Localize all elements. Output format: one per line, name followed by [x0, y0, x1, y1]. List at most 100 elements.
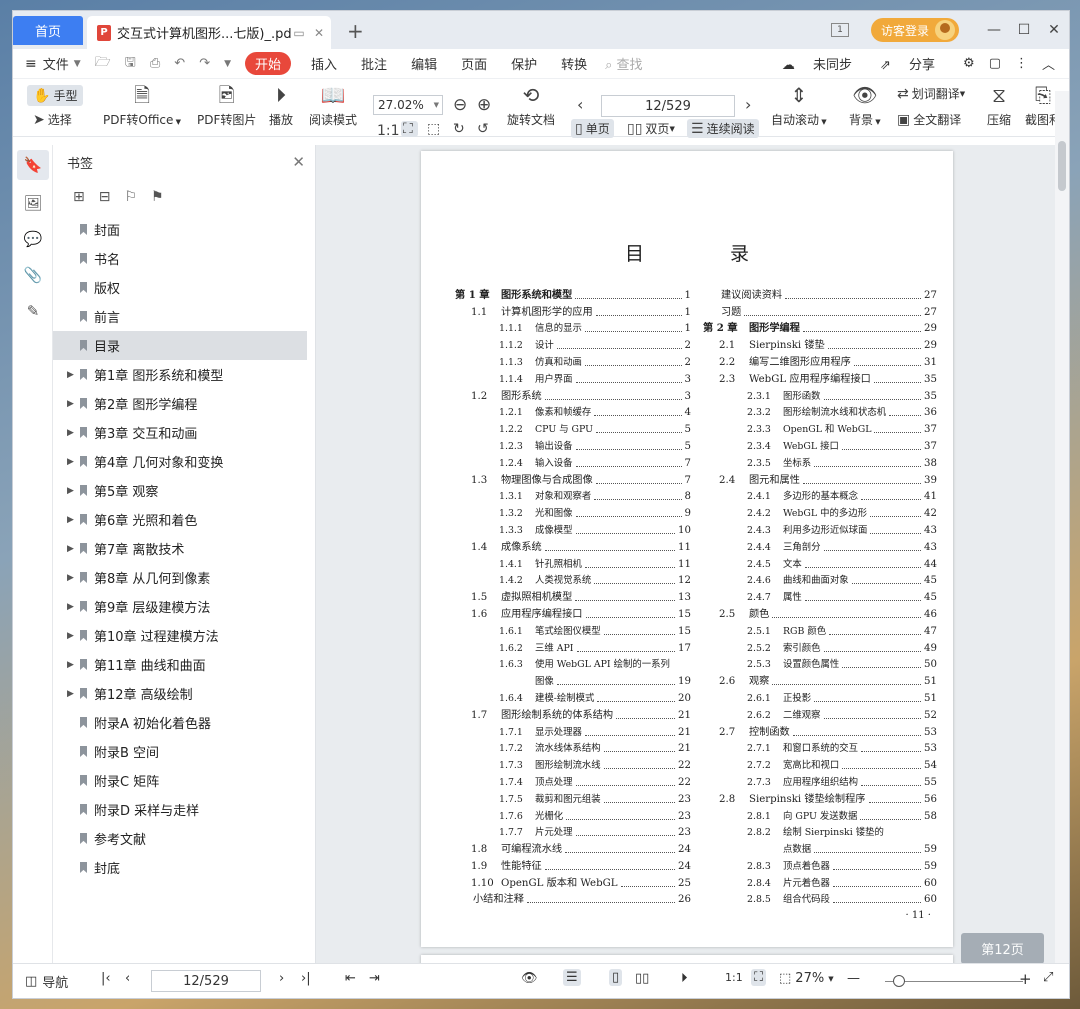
toc-entry[interactable]: 1.1.4 用户界面 3 — [455, 369, 691, 386]
bookmark-item[interactable]: ▶ 第1章 图形系统和模型 — [53, 360, 315, 389]
add-sub-bookmark-icon[interactable]: ⚐ — [124, 189, 137, 205]
expand-arrow-icon[interactable]: ▶ — [67, 689, 77, 699]
rotate-doc-button[interactable]: ⟲ 旋转文档 — [507, 83, 555, 128]
search-box[interactable]: ⌕ 查找 — [605, 54, 642, 73]
toc-entry[interactable]: 2.7 控制函数 53 — [703, 722, 937, 739]
toc-entry[interactable]: 2.4.5 文本 44 — [703, 554, 937, 571]
toc-entry[interactable]: 2.4.2 WebGL 中的多边形 42 — [703, 503, 937, 520]
word-translate-button[interactable]: ⇄ 划词翻译 ▼ — [897, 85, 965, 102]
delete-bookmark-icon[interactable]: ⊟ — [99, 189, 111, 205]
expand-arrow-icon[interactable]: ▶ — [67, 660, 77, 670]
toc-entry[interactable]: 1.1 计算机图形学的应用 1 — [455, 302, 691, 319]
toc-entry[interactable]: 2.4.7 属性 45 — [703, 587, 937, 604]
toc-entry[interactable]: 1.8 可编程流水线 24 — [455, 839, 691, 856]
toc-entry[interactable]: 2.4.1 多边形的基本概念 41 — [703, 487, 937, 504]
zoom-in-button[interactable]: ⊕ — [477, 95, 494, 115]
toc-entry[interactable]: 2.4.3 利用多边形近似球面 43 — [703, 520, 937, 537]
toc-entry[interactable]: 2.6 观察 51 — [703, 671, 937, 688]
message-icon[interactable]: ▢ — [989, 56, 1001, 71]
toc-entry[interactable]: 1.9 性能特征 24 — [455, 856, 691, 873]
zoom-slider-knob[interactable] — [893, 975, 905, 987]
toc-entry[interactable]: 习题 27 — [703, 302, 937, 319]
bookmark-item[interactable]: 附录C 矩阵 — [53, 766, 315, 795]
comment-icon[interactable]: 💬 — [13, 221, 53, 257]
continuous-mode-icon[interactable]: ☰ — [563, 969, 581, 986]
play-mode-icon[interactable]: ⏵ — [681, 971, 688, 986]
expand-arrow-icon[interactable]: ▶ — [67, 428, 77, 438]
expand-arrow-icon[interactable]: ▶ — [67, 486, 77, 496]
toc-entry[interactable]: 1.5 虚拟照相机模型 13 — [455, 587, 691, 604]
forward-icon[interactable]: ⇥ — [369, 971, 380, 986]
menu-file[interactable]: ≡ 文件 ▼ — [25, 54, 81, 74]
vertical-scrollbar[interactable] — [1055, 91, 1069, 965]
actual-size-icon[interactable]: 1:1 — [377, 123, 403, 139]
eye-protect-icon[interactable]: 👁 — [521, 971, 538, 986]
back-icon[interactable]: ⇤ — [345, 971, 356, 986]
toc-entry[interactable]: 2.3 WebGL 应用程序编程接口 35 — [703, 369, 937, 386]
zoom-select-status[interactable]: ⬚ 27% ▼ — [779, 971, 834, 986]
bookmark-item[interactable]: 封面 — [53, 215, 315, 244]
scrollbar-thumb[interactable] — [1058, 141, 1066, 191]
menu-start[interactable]: 开始 — [245, 52, 292, 75]
toc-entry[interactable]: 1.2.1 像素和帧缓存 4 — [455, 403, 691, 420]
menu-page[interactable]: 页面 — [461, 54, 487, 73]
expand-arrow-icon[interactable]: ▶ — [67, 399, 77, 409]
toc-entry[interactable]: 1.7 图形绘制系统的体系结构 21 — [455, 705, 691, 722]
maximize-button[interactable]: ☐ — [1009, 22, 1039, 38]
window-layout-icon[interactable]: 1 — [830, 23, 849, 37]
toc-entry[interactable]: 1.6.4 建模-绘制模式 20 — [455, 688, 691, 705]
bookmark-item[interactable]: ▶ 第2章 图形学编程 — [53, 389, 315, 418]
bookmark-item[interactable]: ▶ 第3章 交互和动画 — [53, 418, 315, 447]
toc-entry[interactable]: 1.1.3 仿真和动画 2 — [455, 352, 691, 369]
minimize-button[interactable]: — — [979, 22, 1009, 38]
auto-scroll-button[interactable]: ⇕ 自动滚动 ▼ — [771, 83, 827, 128]
expand-arrow-icon[interactable]: ▶ — [67, 544, 77, 554]
bookmark-item[interactable]: ▶ 第9章 层级建模方法 — [53, 592, 315, 621]
toc-entry[interactable]: 1.4.2 人类视觉系统 12 — [455, 571, 691, 588]
background-button[interactable]: 👁 背景 ▼ — [849, 83, 881, 128]
toc-entry[interactable]: 2.5.1 RGB 颜色 47 — [703, 621, 937, 638]
pdf-to-office-button[interactable]: 🗎 PDF转Office ▼ — [103, 83, 181, 128]
bookmark-settings-icon[interactable]: ⚑ — [151, 189, 164, 205]
toc-entry[interactable]: 2.8.5 组合代码段 60 — [703, 890, 937, 907]
toc-entry[interactable]: 1.4 成像系统 11 — [455, 537, 691, 554]
fullscreen-icon[interactable]: ⤢ — [1043, 970, 1053, 985]
toc-entry[interactable]: 2.3.2 图形绘制流水线和状态机 36 — [703, 403, 937, 420]
menu-edit[interactable]: 编辑 — [411, 54, 437, 73]
rotate-left-icon[interactable]: ↻ — [453, 121, 468, 137]
toc-entry[interactable]: 1.2.2 CPU 与 GPU 5 — [455, 419, 691, 436]
fit-page-icon[interactable]: ⛶ — [401, 121, 418, 137]
settings-icon[interactable]: ⚙ — [963, 56, 975, 71]
toc-entry[interactable]: 2.5 颜色 46 — [703, 604, 937, 621]
toc-entry[interactable]: 2.8.1 向 GPU 发送数据 58 — [703, 806, 937, 823]
bookmark-item[interactable]: 封底 — [53, 853, 315, 882]
tab-document[interactable]: P 交互式计算机图形...七版)_.pdf ▭ ✕ — [87, 16, 331, 49]
expand-arrow-icon[interactable]: ▶ — [67, 515, 77, 525]
select-tool-button[interactable]: ➤ 选择 — [33, 111, 72, 128]
share-button[interactable]: ⇗ 分享 — [880, 54, 949, 73]
fit-width-icon[interactable]: ⬚ — [427, 121, 443, 137]
toc-entry[interactable]: 1.6.3 使用 WebGL API 绘制的一系列 — [455, 655, 691, 672]
toc-entry[interactable]: 点数据 59 — [703, 839, 937, 856]
prev-page-button[interactable]: ‹ — [577, 95, 586, 114]
expand-arrow-icon[interactable]: ▶ — [67, 370, 77, 380]
tab-home[interactable]: 首页 — [13, 16, 83, 45]
single-page-mode-icon[interactable]: ▯ — [609, 969, 623, 986]
thumbnail-icon[interactable]: 🖼 — [13, 185, 53, 221]
bookmark-item[interactable]: 前言 — [53, 302, 315, 331]
bookmark-item[interactable]: ▶ 第11章 曲线和曲面 — [53, 650, 315, 679]
toc-entry[interactable]: 1.7.7 片元处理 23 — [455, 823, 691, 840]
print-icon[interactable]: ⎙ — [150, 56, 160, 71]
zoom-out-button[interactable]: ⊖ — [453, 95, 470, 115]
bookmark-item[interactable]: 附录D 采样与走样 — [53, 795, 315, 824]
document-viewport[interactable]: 目 录 第 1 章图形系统和模型 1 1.1 计算机图形学的应用 1 1.1.1 信息的显示… — [316, 145, 1057, 975]
toc-entry[interactable]: 2.7.3 应用程序组织结构 55 — [703, 772, 937, 789]
toc-entry[interactable]: 1.1.2 设计 2 — [455, 335, 691, 352]
toc-entry[interactable]: 2.8 Sierpinski 镂垫绘制程序 56 — [703, 789, 937, 806]
last-page-icon[interactable]: ›| — [301, 971, 311, 986]
sync-button[interactable]: ☁ 未同步 — [782, 54, 866, 73]
zoom-in-status[interactable]: + — [1019, 970, 1032, 988]
toc-entry[interactable]: 2.5.3 设置颜色属性 50 — [703, 655, 937, 672]
toc-entry[interactable]: 1.7.6 光栅化 23 — [455, 806, 691, 823]
toc-entry[interactable]: 第 1 章图形系统和模型 1 — [455, 285, 691, 302]
